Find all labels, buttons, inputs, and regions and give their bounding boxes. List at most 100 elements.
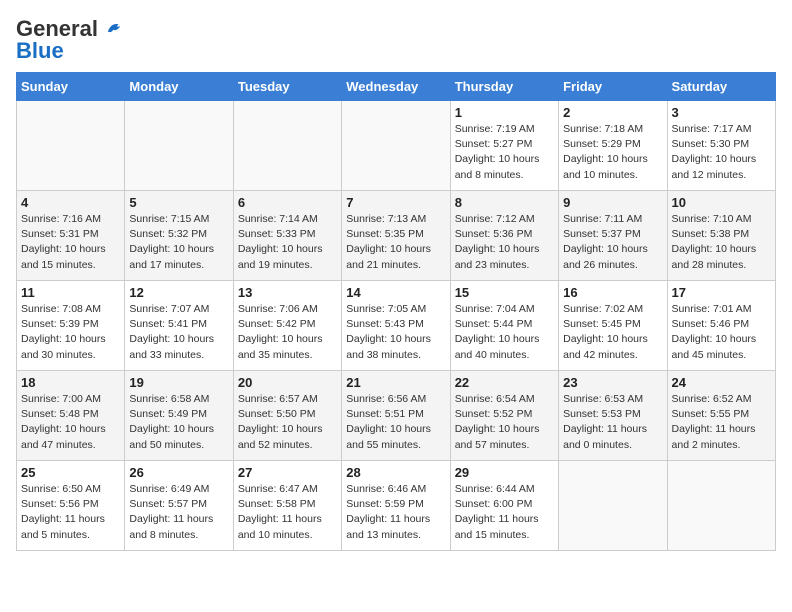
cell-info: Sunrise: 7:05 AMSunset: 5:43 PMDaylight:… [346, 302, 445, 363]
cell-date: 3 [672, 105, 771, 120]
cell-date: 6 [238, 195, 337, 210]
cell-date: 12 [129, 285, 228, 300]
page-header: General Blue [16, 16, 776, 64]
day-header-saturday: Saturday [667, 73, 775, 101]
calendar-cell: 21 Sunrise: 6:56 AMSunset: 5:51 PMDayligh… [342, 371, 450, 461]
cell-info: Sunrise: 6:54 AMSunset: 5:52 PMDaylight:… [455, 392, 554, 453]
cell-info: Sunrise: 6:44 AMSunset: 6:00 PMDaylight:… [455, 482, 554, 543]
calendar-cell: 22 Sunrise: 6:54 AMSunset: 5:52 PMDayligh… [450, 371, 558, 461]
calendar-cell: 6 Sunrise: 7:14 AMSunset: 5:33 PMDaylight… [233, 191, 341, 281]
calendar-cell: 13 Sunrise: 7:06 AMSunset: 5:42 PMDayligh… [233, 281, 341, 371]
calendar-cell: 9 Sunrise: 7:11 AMSunset: 5:37 PMDaylight… [559, 191, 667, 281]
cell-info: Sunrise: 6:57 AMSunset: 5:50 PMDaylight:… [238, 392, 337, 453]
day-header-wednesday: Wednesday [342, 73, 450, 101]
cell-date: 7 [346, 195, 445, 210]
cell-info: Sunrise: 7:15 AMSunset: 5:32 PMDaylight:… [129, 212, 228, 273]
cell-date: 19 [129, 375, 228, 390]
day-header-sunday: Sunday [17, 73, 125, 101]
calendar-cell: 16Sunrise: 7:02 AMSunset: 5:45 PMDayligh… [559, 281, 667, 371]
calendar-cell: 24 Sunrise: 6:52 AMSunset: 5:55 PMDayligh… [667, 371, 775, 461]
cell-info: Sunrise: 6:46 AMSunset: 5:59 PMDaylight:… [346, 482, 445, 543]
cell-date: 21 [346, 375, 445, 390]
cell-date: 27 [238, 465, 337, 480]
logo-blue-text: Blue [16, 38, 64, 64]
calendar-cell [233, 101, 341, 191]
calendar-cell: 20 Sunrise: 6:57 AMSunset: 5:50 PMDayligh… [233, 371, 341, 461]
cell-info: Sunrise: 7:17 AMSunset: 5:30 PMDaylight:… [672, 122, 771, 183]
cell-info: Sunrise: 7:12 AMSunset: 5:36 PMDaylight:… [455, 212, 554, 273]
calendar-cell: 25Sunrise: 6:50 AMSunset: 5:56 PMDayligh… [17, 461, 125, 551]
cell-info: Sunrise: 7:08 AMSunset: 5:39 PMDaylight:… [21, 302, 120, 363]
cell-info: Sunrise: 7:04 AMSunset: 5:44 PMDaylight:… [455, 302, 554, 363]
calendar-cell: 12 Sunrise: 7:07 AMSunset: 5:41 PMDayligh… [125, 281, 233, 371]
cell-info: Sunrise: 6:58 AMSunset: 5:49 PMDaylight:… [129, 392, 228, 453]
calendar-cell: 7 Sunrise: 7:13 AMSunset: 5:35 PMDaylight… [342, 191, 450, 281]
cell-info: Sunrise: 7:10 AMSunset: 5:38 PMDaylight:… [672, 212, 771, 273]
cell-date: 8 [455, 195, 554, 210]
cell-date: 11 [21, 285, 120, 300]
calendar-cell: 10 Sunrise: 7:10 AMSunset: 5:38 PMDayligh… [667, 191, 775, 281]
cell-date: 26 [129, 465, 228, 480]
calendar-cell: 28 Sunrise: 6:46 AMSunset: 5:59 PMDayligh… [342, 461, 450, 551]
calendar-cell: 1 Sunrise: 7:19 AMSunset: 5:27 PMDaylight… [450, 101, 558, 191]
day-header-friday: Friday [559, 73, 667, 101]
cell-info: Sunrise: 7:06 AMSunset: 5:42 PMDaylight:… [238, 302, 337, 363]
calendar-cell: 8 Sunrise: 7:12 AMSunset: 5:36 PMDaylight… [450, 191, 558, 281]
calendar-cell: 29 Sunrise: 6:44 AMSunset: 6:00 PMDayligh… [450, 461, 558, 551]
cell-date: 14 [346, 285, 445, 300]
cell-info: Sunrise: 6:56 AMSunset: 5:51 PMDaylight:… [346, 392, 445, 453]
cell-info: Sunrise: 7:19 AMSunset: 5:27 PMDaylight:… [455, 122, 554, 183]
cell-date: 28 [346, 465, 445, 480]
calendar-cell [342, 101, 450, 191]
logo: General Blue [16, 16, 124, 64]
calendar-cell: 15 Sunrise: 7:04 AMSunset: 5:44 PMDayligh… [450, 281, 558, 371]
calendar-cell: 17 Sunrise: 7:01 AMSunset: 5:46 PMDayligh… [667, 281, 775, 371]
cell-date: 9 [563, 195, 662, 210]
cell-date: 18 [21, 375, 120, 390]
calendar-cell: 4 Sunrise: 7:16 AMSunset: 5:31 PMDaylight… [17, 191, 125, 281]
calendar-cell [667, 461, 775, 551]
cell-info: Sunrise: 7:18 AMSunset: 5:29 PMDaylight:… [563, 122, 662, 183]
cell-info: Sunrise: 7:11 AMSunset: 5:37 PMDaylight:… [563, 212, 662, 273]
cell-date: 22 [455, 375, 554, 390]
cell-date: 24 [672, 375, 771, 390]
cell-date: 15 [455, 285, 554, 300]
cell-date: 25 [21, 465, 120, 480]
cell-date: 5 [129, 195, 228, 210]
calendar-cell: 14 Sunrise: 7:05 AMSunset: 5:43 PMDayligh… [342, 281, 450, 371]
calendar-cell: 19 Sunrise: 6:58 AMSunset: 5:49 PMDayligh… [125, 371, 233, 461]
cell-info: Sunrise: 6:49 AMSunset: 5:57 PMDaylight:… [129, 482, 228, 543]
calendar-cell [559, 461, 667, 551]
day-header-monday: Monday [125, 73, 233, 101]
calendar-cell: 18 Sunrise: 7:00 AMSunset: 5:48 PMDayligh… [17, 371, 125, 461]
cell-date: 1 [455, 105, 554, 120]
cell-date: 10 [672, 195, 771, 210]
cell-date: 23 [563, 375, 662, 390]
calendar-cell: 5 Sunrise: 7:15 AMSunset: 5:32 PMDaylight… [125, 191, 233, 281]
day-header-thursday: Thursday [450, 73, 558, 101]
cell-date: 20 [238, 375, 337, 390]
cell-info: Sunrise: 7:13 AMSunset: 5:35 PMDaylight:… [346, 212, 445, 273]
cell-date: 17 [672, 285, 771, 300]
calendar-table: SundayMondayTuesdayWednesdayThursdayFrid… [16, 72, 776, 551]
cell-info: Sunrise: 6:53 AMSunset: 5:53 PMDaylight:… [563, 392, 662, 453]
calendar-cell: 11 Sunrise: 7:08 AMSunset: 5:39 PMDayligh… [17, 281, 125, 371]
calendar-cell: 2 Sunrise: 7:18 AMSunset: 5:29 PMDaylight… [559, 101, 667, 191]
cell-info: Sunrise: 7:07 AMSunset: 5:41 PMDaylight:… [129, 302, 228, 363]
cell-date: 2 [563, 105, 662, 120]
cell-date: 16 [563, 285, 662, 300]
cell-date: 29 [455, 465, 554, 480]
calendar-cell [125, 101, 233, 191]
calendar-cell: 23 Sunrise: 6:53 AMSunset: 5:53 PMDayligh… [559, 371, 667, 461]
cell-info: Sunrise: 7:16 AMSunset: 5:31 PMDaylight:… [21, 212, 120, 273]
calendar-cell: 26 Sunrise: 6:49 AMSunset: 5:57 PMDayligh… [125, 461, 233, 551]
cell-info: Sunrise: 7:01 AMSunset: 5:46 PMDaylight:… [672, 302, 771, 363]
cell-info: Sunrise: 7:14 AMSunset: 5:33 PMDaylight:… [238, 212, 337, 273]
cell-info: Sunrise: 7:00 AMSunset: 5:48 PMDaylight:… [21, 392, 120, 453]
day-header-tuesday: Tuesday [233, 73, 341, 101]
cell-info: Sunrise: 6:52 AMSunset: 5:55 PMDaylight:… [672, 392, 771, 453]
calendar-cell: 3 Sunrise: 7:17 AMSunset: 5:30 PMDaylight… [667, 101, 775, 191]
cell-date: 4 [21, 195, 120, 210]
cell-info: Sunrise: 6:47 AMSunset: 5:58 PMDaylight:… [238, 482, 337, 543]
cell-date: 13 [238, 285, 337, 300]
